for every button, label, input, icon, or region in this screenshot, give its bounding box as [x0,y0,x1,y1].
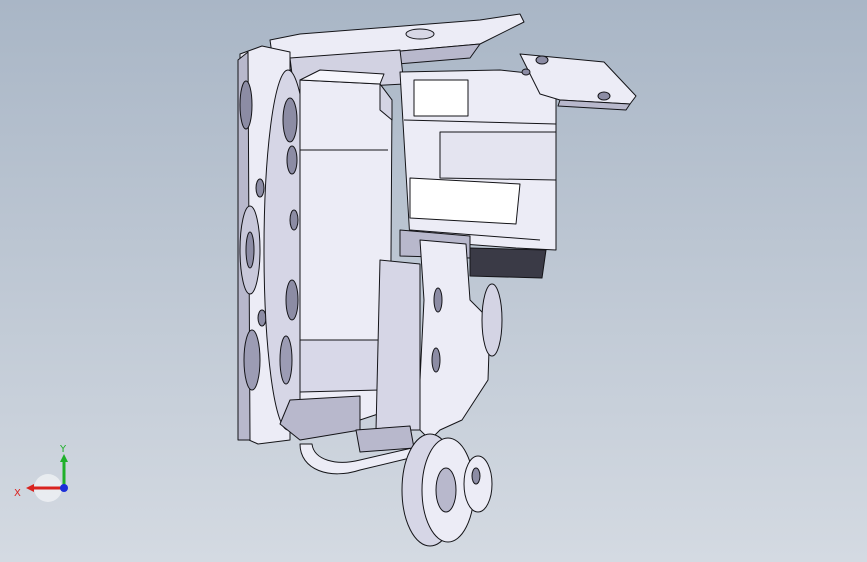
y-axis-arrowhead [60,454,68,462]
axis-triad: Y X [14,444,68,502]
3d-model-assembly[interactable] [0,0,867,562]
cad-viewport[interactable]: Y X [0,0,867,562]
z-axis-indicator [60,484,68,492]
x-axis-arrowhead [26,484,34,492]
y-axis-label: Y [59,444,67,455]
bottom-wheel [401,433,493,547]
x-axis-label: X [14,488,21,499]
